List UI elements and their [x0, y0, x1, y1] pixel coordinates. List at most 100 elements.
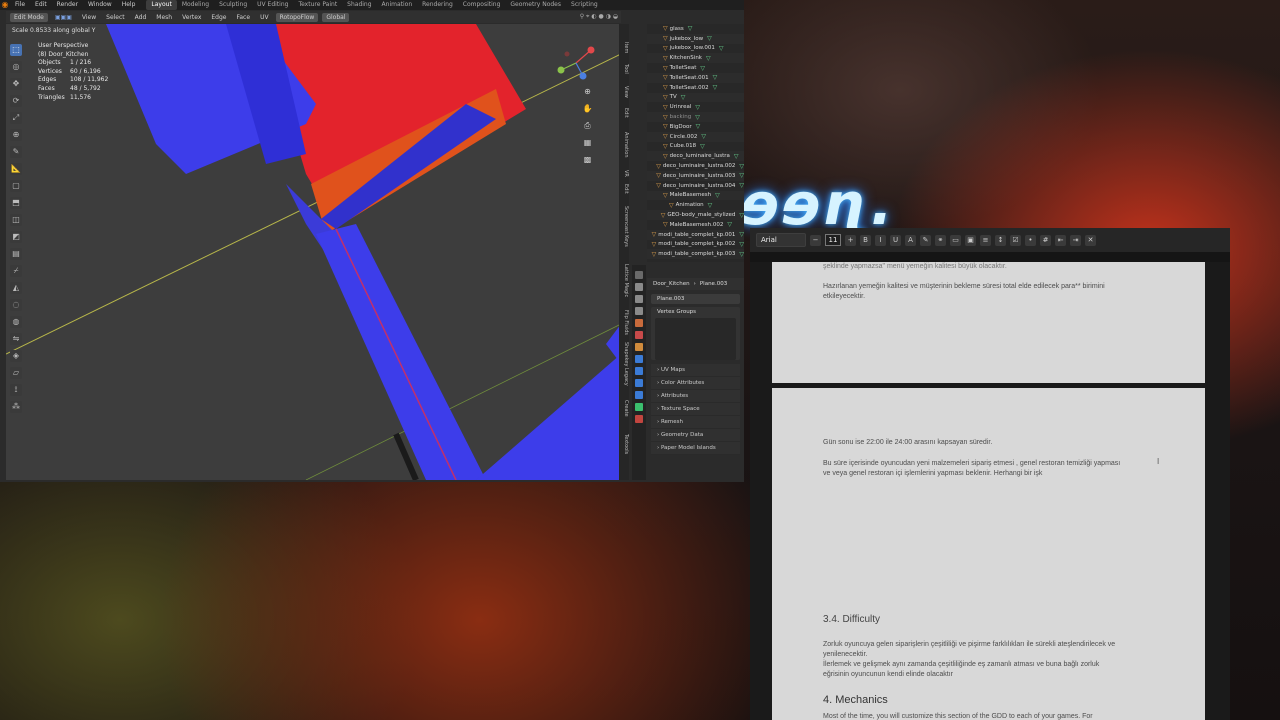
camera-icon[interactable]: ⎙	[582, 120, 593, 131]
header-menu-face[interactable]: Face	[233, 14, 253, 21]
cursor-icon[interactable]: ◎	[10, 61, 22, 73]
mesh-data-icon[interactable]: ▽	[739, 182, 744, 189]
workspace-tab-scripting[interactable]: Scripting	[566, 0, 603, 10]
add-cube-icon[interactable]: ▢	[10, 180, 22, 192]
mesh-data-icon[interactable]: ▽	[696, 123, 701, 130]
inset-icon[interactable]: ◫	[10, 214, 22, 226]
mesh-data-icon[interactable]: ▽	[701, 133, 706, 140]
mesh-data-icon[interactable]: ▽	[727, 221, 732, 228]
font-size-increase-button[interactable]: +	[845, 234, 856, 246]
workspace-tab-uv-editing[interactable]: UV Editing	[252, 0, 293, 10]
header-menu-vertex[interactable]: Vertex	[179, 14, 204, 21]
sidebar-tab-edit-2[interactable]: Edit	[619, 184, 629, 194]
scale-icon[interactable]: ⤢	[10, 112, 22, 124]
move-icon[interactable]: ✥	[10, 78, 22, 90]
doc-ruler[interactable]	[750, 252, 1230, 262]
menu-help[interactable]: Help	[117, 0, 141, 10]
object-props-icon[interactable]	[635, 343, 643, 351]
properties-subpanel[interactable]: › Geometry Data	[651, 429, 740, 442]
sidebar-tab-edit[interactable]: Edit	[619, 108, 629, 118]
font-size-decrease-button[interactable]: −	[810, 234, 821, 246]
spin-icon[interactable]: ◌	[10, 299, 22, 311]
workspace-tab-rendering[interactable]: Rendering	[417, 0, 458, 10]
properties-subpanel[interactable]: › Remesh	[651, 416, 740, 429]
text-color-icon[interactable]: A	[905, 234, 916, 246]
mesh-data-icon[interactable]: ▽	[713, 74, 718, 81]
output-props-icon[interactable]	[635, 295, 643, 303]
font-size-field[interactable]: 11	[825, 234, 841, 246]
mesh-data-icon[interactable]: ▽	[719, 45, 724, 52]
sidebar-tab-view[interactable]: View	[619, 86, 629, 98]
modifier-props-icon[interactable]	[635, 355, 643, 363]
mesh-data-icon[interactable]: ▽	[695, 104, 700, 111]
decrease-indent-icon[interactable]: ⇤	[1055, 234, 1066, 246]
mesh-data-icon[interactable]: ▽	[739, 172, 744, 179]
outliner-item[interactable]: ▽ TolletSeat.002 ▽	[647, 83, 744, 93]
tool-props-icon[interactable]	[635, 271, 643, 279]
doc-page-1[interactable]: şeklinde yapmazsa" menü yemeğin kalitesi…	[772, 262, 1205, 383]
material-props-icon[interactable]	[635, 415, 643, 423]
font-family-dropdown[interactable]: Arial	[756, 233, 806, 247]
zoom-icon[interactable]: ⊕	[582, 86, 593, 97]
mesh-data-icon[interactable]: ▽	[706, 55, 711, 62]
bevel-icon[interactable]: ◩	[10, 231, 22, 243]
outliner-item[interactable]: ▽ Animation ▽	[647, 200, 744, 210]
knife-icon[interactable]: ⌿	[10, 265, 22, 277]
view-layer-icon[interactable]	[635, 307, 643, 315]
sidebar-tab-shapekey-legacy[interactable]: Shapekey Legacy	[619, 342, 629, 386]
sidebar-tab-lattice-magic[interactable]: Lattice Magic	[619, 264, 629, 297]
outliner-item[interactable]: ▽ GEO-body_male_stylized ▽	[647, 210, 744, 220]
outliner-item[interactable]: ▽ Urinreal ▽	[647, 102, 744, 112]
shear-icon[interactable]: ▱	[10, 367, 22, 379]
tool-setting-dropdown[interactable]: RotopoFlow	[275, 12, 319, 22]
poly-build-icon[interactable]: ◭	[10, 282, 22, 294]
pan-hand-icon[interactable]: ✋	[582, 103, 593, 114]
navigation-gizmo[interactable]	[553, 40, 599, 86]
bullet-list-icon[interactable]: •	[1025, 234, 1036, 246]
outliner-item[interactable]: ▽ deco_luminaire_lustra.004 ▽	[647, 181, 744, 191]
outliner-item[interactable]: ▽ Circle.002 ▽	[647, 131, 744, 142]
underline-icon[interactable]: U	[890, 234, 901, 246]
workspace-tab-sculpting[interactable]: Sculpting	[214, 0, 252, 10]
header-menu-select[interactable]: Select	[103, 14, 128, 21]
header-menu-uv[interactable]: UV	[257, 14, 272, 21]
sidebar-tab-item[interactable]: Item	[619, 42, 629, 53]
comment-icon[interactable]: ▭	[950, 234, 961, 246]
align-icon[interactable]: ≡	[980, 234, 991, 246]
numbered-list-icon[interactable]: #	[1040, 234, 1051, 246]
header-menu-view[interactable]: View	[79, 14, 99, 21]
object-breadcrumb[interactable]: Door_Kitchen	[653, 281, 690, 287]
properties-subpanel[interactable]: › Paper Model Islands	[651, 442, 740, 455]
orientation-dropdown[interactable]: Global	[322, 12, 350, 22]
vertex-groups-header[interactable]: Vertex Groups	[651, 307, 740, 318]
workspace-tab-compositing[interactable]: Compositing	[458, 0, 506, 10]
constraints-icon[interactable]	[635, 391, 643, 399]
measure-icon[interactable]: 📐	[10, 163, 22, 175]
mesh-data-icon[interactable]: ▽	[707, 35, 712, 42]
outliner-item[interactable]: ▽ Cube.018 ▽	[647, 142, 744, 152]
scene-props-icon[interactable]	[635, 319, 643, 327]
mesh-data-icon[interactable]: ▽	[734, 153, 739, 160]
checklist-icon[interactable]: ☑	[1010, 234, 1021, 246]
image-icon[interactable]: ▣	[965, 234, 976, 246]
outliner-item[interactable]: ▽ jukebox_low ▽	[647, 33, 744, 44]
clear-format-icon[interactable]: ✕	[1085, 234, 1096, 246]
outliner-item[interactable]: ▽ BigDoor ▽	[647, 122, 744, 132]
bold-icon[interactable]: B	[860, 234, 871, 246]
sidebar-tab-create[interactable]: Create	[619, 400, 629, 417]
annotate-icon[interactable]: ✎	[10, 146, 22, 158]
outliner-item[interactable]: ▽ modi_table_complet_kp.001 ▽	[647, 229, 744, 240]
mesh-data-icon[interactable]: ▽	[739, 212, 744, 219]
mesh-name-field[interactable]: Plane.003	[651, 294, 740, 304]
mesh-data-icon[interactable]: ▽	[739, 251, 744, 258]
mesh-data-icon[interactable]: ▽	[739, 231, 744, 238]
italic-icon[interactable]: I	[875, 234, 886, 246]
select-mode-icons[interactable]: ▣▣▣	[52, 14, 75, 21]
properties-subpanel[interactable]: › Color Attributes	[651, 377, 740, 390]
mesh-data-icon[interactable]: ▽	[681, 94, 686, 101]
outliner-item[interactable]: ▽ deco_luminaire_lustra ▽	[647, 151, 744, 162]
header-menu-mesh[interactable]: Mesh	[153, 14, 175, 21]
mesh-data-icon[interactable]: ▽	[715, 192, 720, 199]
menu-render[interactable]: Render	[52, 0, 83, 10]
sidebar-tab-tool[interactable]: Tool	[619, 64, 629, 74]
